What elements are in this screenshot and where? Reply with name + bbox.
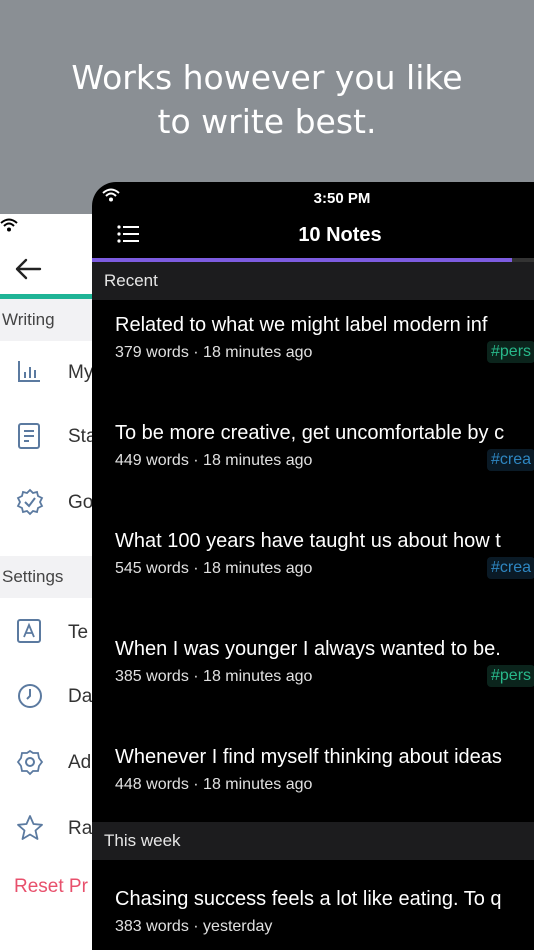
back-arrow-icon[interactable] [14,257,42,281]
note-tag[interactable]: #crea [487,449,534,471]
note-tag[interactable]: #pers [487,665,534,687]
star-icon [17,815,43,840]
nav-title: 10 Notes [298,224,382,246]
note-item[interactable]: When I was younger I always wanted to be… [92,624,534,732]
note-meta: 383 words · yesterday [115,918,273,935]
sidebar-item-label: Te [68,622,89,643]
note-title: Whenever I find myself thinking about id… [115,746,502,768]
note-tag[interactable]: #pers [487,341,534,363]
status-time: 3:50 PM [313,190,371,207]
note-meta: 385 words · 18 minutes ago [115,668,313,685]
sidebar-item-label: Ad [68,752,92,773]
notes-screen: 3:50 PM 10 Notes Recent Related to what … [92,182,534,950]
section-this-week: This week [92,822,534,860]
note-meta: 448 words · 18 minutes ago [115,776,313,793]
note-title: To be more creative, get uncomfortable b… [115,422,505,444]
text-a-icon [17,619,41,643]
note-meta: 449 words · 18 minutes ago [115,452,313,469]
note-item[interactable]: To be more creative, get uncomfortable b… [92,408,534,516]
section-recent: Recent [92,262,534,300]
badge-check-icon [16,488,44,516]
note-meta: 545 words · 18 minutes ago [115,560,313,577]
headline-line-1: Works however you like [71,58,463,97]
reset-button[interactable]: Reset Pr [14,876,88,898]
note-item[interactable]: Related to what we might label modern in… [92,300,534,408]
note-meta: 379 words · 18 minutes ago [115,344,313,361]
wifi-icon [0,218,18,232]
gear-icon [16,749,44,776]
sidebar-item-label: My [68,362,94,383]
sidebar-item-label: Da [68,686,93,707]
document-icon [18,423,40,449]
note-title: When I was younger I always wanted to be… [115,638,501,660]
note-item[interactable]: What 100 years have taught us about how … [92,516,534,624]
note-tag[interactable]: #crea [487,557,534,579]
clock-icon [18,684,42,708]
bar-chart-icon [18,361,40,382]
headline: Works however you like to write best. [0,56,534,144]
note-title: Chasing success feels a lot like eating.… [115,888,502,910]
note-title: What 100 years have taught us about how … [115,530,501,552]
sidebar-item-label: Go [68,492,94,513]
headline-line-2: to write best. [157,102,377,141]
note-title: Related to what we might label modern in… [115,314,488,336]
note-item[interactable]: Chasing success feels a lot like eating.… [92,876,534,950]
sidebar-item-label: Ra [68,818,93,839]
